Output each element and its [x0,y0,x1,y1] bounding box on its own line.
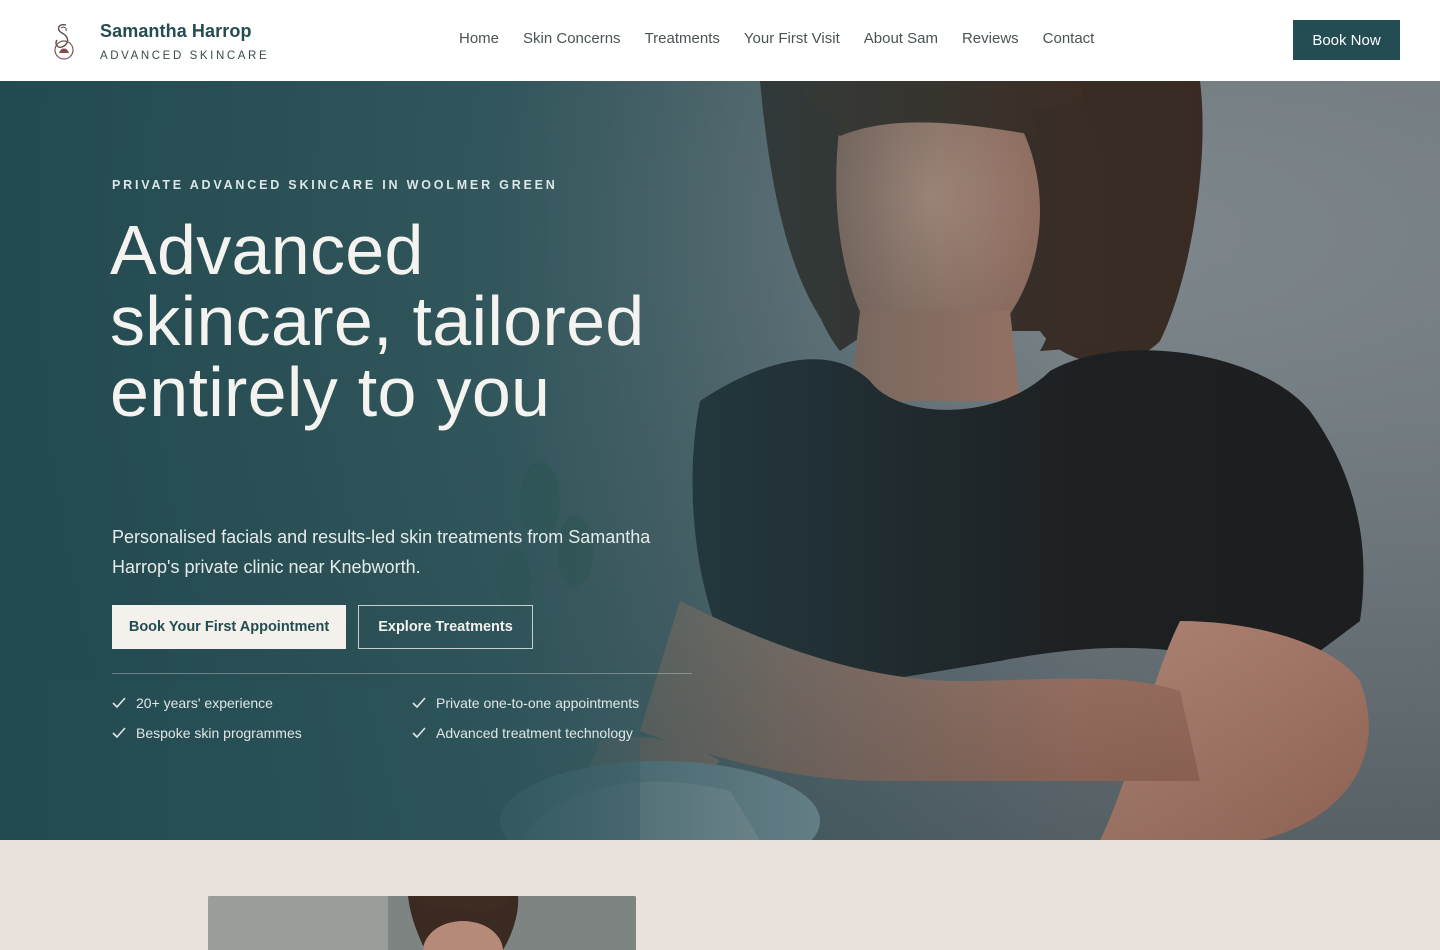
monogram-logo-icon [54,23,74,60]
main-nav: Home Skin Concerns Treatments Your First… [459,30,1094,48]
brand-tagline: ADVANCED SKINCARE [100,50,270,62]
feature-label: Private one-to-one appointments [436,695,640,711]
book-first-appointment-button[interactable]: Book Your First Appointment [112,605,346,649]
check-icon [412,727,426,739]
nav-treatments[interactable]: Treatments [645,30,720,48]
feature-label: Bespoke skin programmes [136,725,302,741]
feature-label: Advanced treatment technology [436,725,633,741]
about-photo [208,896,636,950]
feature-item: Advanced treatment technology [412,725,633,741]
feature-label: 20+ years' experience [136,695,273,711]
portrait-image [208,896,636,950]
feature-item: 20+ years' experience [112,695,273,711]
nav-reviews[interactable]: Reviews [962,30,1019,48]
hero-subtext: Personalised facials and results-led ski… [112,527,651,577]
site-header: Samantha Harrop ADVANCED SKINCARE Home S… [0,0,1440,81]
nav-contact[interactable]: Contact [1043,30,1095,48]
nav-skin-concerns[interactable]: Skin Concerns [523,30,621,48]
nav-your-first-visit[interactable]: Your First Visit [744,30,840,48]
feature-item: Private one-to-one appointments [412,695,639,711]
hero-divider [112,673,692,674]
hero-section: PRIVATE ADVANCED SKINCARE IN WOOLMER GRE… [0,81,1440,840]
hero-eyebrow: PRIVATE ADVANCED SKINCARE IN WOOLMER GRE… [112,178,558,192]
feature-item: Bespoke skin programmes [112,725,302,741]
about-section [0,840,1440,950]
brand-name: Samantha Harrop [100,21,252,41]
nav-about-sam[interactable]: About Sam [864,30,938,48]
brand-text: Samantha Harrop ADVANCED SKINCARE [100,20,269,62]
check-icon [112,697,126,709]
check-icon [412,697,426,709]
hero-headline: Advanced skincare, tailored entirely to … [110,211,645,431]
nav-home[interactable]: Home [459,30,499,48]
explore-treatments-button[interactable]: Explore Treatments [358,605,533,649]
brand[interactable]: Samantha Harrop ADVANCED SKINCARE [48,20,269,62]
book-now-button[interactable]: Book Now [1293,20,1400,60]
check-icon [112,727,126,739]
